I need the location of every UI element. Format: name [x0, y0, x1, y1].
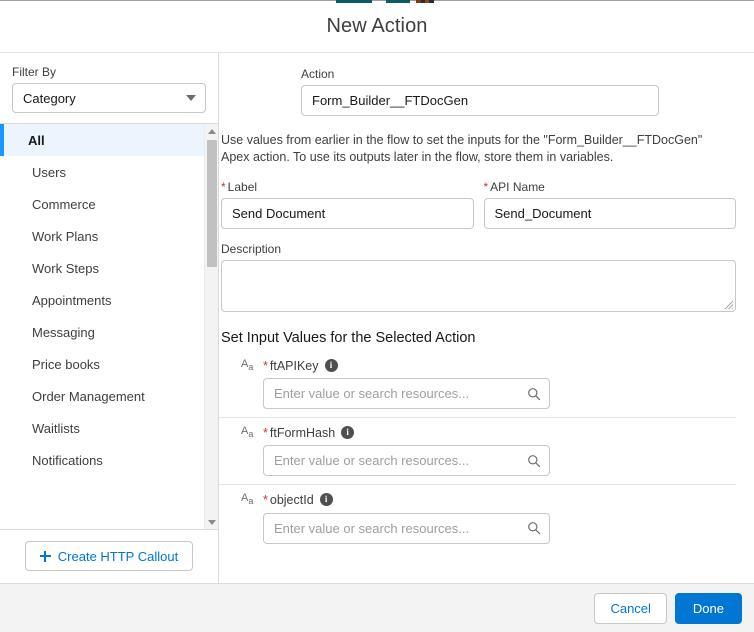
sidebar-item-work-steps[interactable]: Work Steps: [0, 252, 204, 284]
sidebar-item-label: Commerce: [32, 196, 96, 212]
required-asterisk: *: [483, 180, 489, 194]
plus-icon: [39, 550, 51, 562]
text-type-icon: Aa: [241, 492, 254, 507]
input-row-value-field[interactable]: [263, 445, 550, 477]
done-button[interactable]: Done: [674, 592, 742, 624]
chevron-down-icon: [186, 95, 196, 101]
api-name-field-input[interactable]: [483, 198, 736, 229]
sidebar-item-label: Messaging: [32, 324, 95, 340]
label-field-group: * Label: [221, 180, 474, 229]
description-textarea[interactable]: [221, 260, 736, 312]
info-icon[interactable]: i: [319, 493, 333, 507]
label-field-input[interactable]: [221, 198, 474, 229]
sidebar-item-waitlists[interactable]: Waitlists: [0, 412, 204, 444]
new-action-modal: New Action Filter By Category All Users: [0, 0, 754, 632]
modal-footer: Cancel Done: [0, 583, 754, 632]
inputs-section-heading: Set Input Values for the Selected Action: [221, 330, 476, 346]
required-asterisk: *: [263, 358, 268, 373]
sidebar-item-price-books[interactable]: Price books: [0, 348, 204, 380]
required-asterisk: *: [263, 492, 268, 507]
info-icon[interactable]: i: [341, 426, 355, 440]
sidebar-item-label: Order Management: [32, 388, 145, 404]
label-field-label-text: Label: [227, 180, 258, 194]
sidebar-item-label: Notifications: [32, 452, 103, 468]
sidebar-item-appointments[interactable]: Appointments: [0, 284, 204, 316]
sidebar-item-notifications[interactable]: Notifications: [0, 444, 204, 476]
sidebar-item-label: Appointments: [32, 292, 112, 308]
sidebar-item-label: Price books: [32, 356, 100, 372]
sidebar-item-users[interactable]: Users: [0, 156, 204, 188]
action-field-input[interactable]: [301, 85, 659, 116]
text-type-icon: Aa: [241, 358, 254, 373]
scrollbar-thumb[interactable]: [207, 140, 217, 267]
sidebar-item-label: All: [28, 132, 45, 148]
sidebar-item-work-plans[interactable]: Work Plans: [0, 220, 204, 252]
sidebar-item-label: Work Plans: [32, 228, 99, 244]
required-asterisk: *: [263, 425, 268, 440]
input-row-value-field[interactable]: [263, 378, 550, 410]
page-title: New Action: [326, 14, 428, 37]
info-icon[interactable]: i: [324, 359, 338, 373]
input-row-label: * ftAPIKey: [263, 359, 319, 373]
required-asterisk: *: [221, 180, 226, 194]
input-row-name: objectId: [269, 492, 314, 507]
api-name-field-label-text: API Name: [490, 180, 545, 194]
input-row-ftapikey: Aa * ftAPIKey i: [219, 358, 736, 417]
input-row-label: * ftFormHash: [263, 426, 335, 440]
scroll-up-arrow-icon[interactable]: [205, 124, 219, 138]
input-row-name: ftAPIKey: [269, 358, 319, 373]
category-sidebar: Filter By Category All Users Commerce Wo…: [0, 53, 219, 583]
filter-by-combobox[interactable]: Category: [12, 83, 206, 113]
cancel-button[interactable]: Cancel: [594, 592, 667, 624]
category-list: All Users Commerce Work Plans Work Steps: [0, 124, 204, 529]
modal-header: New Action: [0, 0, 754, 53]
description-field-label: Description: [221, 242, 282, 256]
input-row-ftformhash: Aa * ftFormHash i: [219, 417, 736, 484]
filter-by-block: Filter By Category: [0, 53, 218, 124]
cutoff-top-strip: [0, 0, 754, 3]
modal-body: Filter By Category All Users Commerce Wo…: [0, 53, 754, 583]
action-details-panel: Action Use values from earlier in the fl…: [219, 53, 754, 583]
sidebar-item-order-management[interactable]: Order Management: [0, 380, 204, 412]
category-list-scrollbar[interactable]: [204, 124, 218, 529]
input-row-label: * objectId: [263, 493, 314, 507]
sidebar-item-commerce[interactable]: Commerce: [0, 188, 204, 220]
action-field-group: Action: [219, 67, 736, 116]
api-name-field-group: * API Name: [483, 180, 737, 229]
category-list-wrap: All Users Commerce Work Plans Work Steps: [0, 124, 218, 529]
sidebar-item-messaging[interactable]: Messaging: [0, 316, 204, 348]
api-name-field-label: * API Name: [484, 180, 737, 195]
create-http-callout-label: Create HTTP Callout: [57, 548, 179, 564]
input-row-value-field[interactable]: [263, 512, 550, 544]
filter-by-selected-value: Category: [23, 90, 76, 106]
filter-by-label: Filter By: [12, 65, 57, 79]
input-row-name: ftFormHash: [269, 425, 336, 440]
label-field-label: * Label: [221, 180, 474, 195]
description-field-group: Description: [219, 242, 736, 312]
sidebar-item-label: Users: [32, 164, 66, 180]
label-apiname-row: *Label *API Name: [219, 180, 736, 229]
text-type-icon: Aa: [241, 425, 254, 440]
sidebar-footer: Create HTTP Callout: [0, 529, 218, 583]
create-http-callout-button[interactable]: Create HTTP Callout: [24, 541, 194, 571]
sidebar-item-label: Waitlists: [32, 420, 80, 436]
scroll-down-arrow-icon[interactable]: [205, 515, 219, 529]
action-field-label: Action: [301, 67, 335, 81]
action-helper-text: Use values from earlier in the flow to s…: [221, 133, 703, 164]
sidebar-item-all[interactable]: All: [0, 124, 204, 156]
sidebar-item-label: Work Steps: [32, 260, 99, 276]
input-row-objectid: Aa * objectId i: [219, 484, 736, 551]
